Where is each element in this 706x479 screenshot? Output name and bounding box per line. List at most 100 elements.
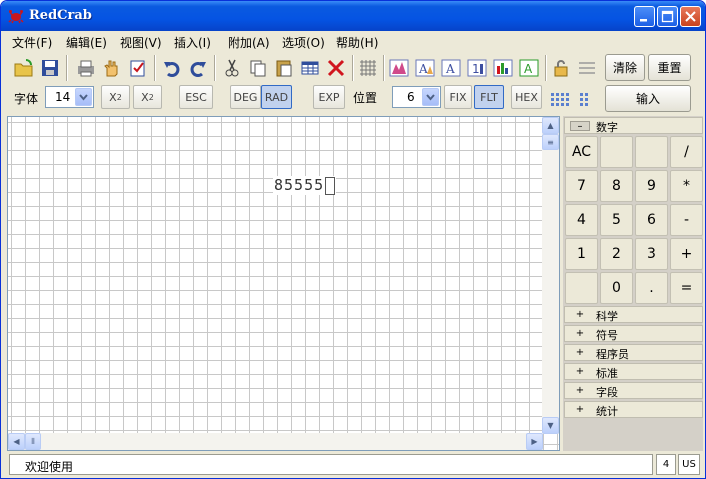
two-key[interactable]: 2 — [600, 238, 633, 270]
blank-key[interactable] — [635, 136, 668, 168]
section-label: 标准 — [596, 367, 618, 380]
nine-key[interactable]: 9 — [635, 170, 668, 202]
eight-key[interactable]: 8 — [600, 170, 633, 202]
expand-icon: + — [575, 328, 585, 339]
cut-icon[interactable] — [220, 56, 244, 80]
maximize-button[interactable] — [657, 6, 678, 27]
close-button[interactable] — [680, 6, 701, 27]
subscript-button[interactable]: X2 — [133, 85, 162, 109]
horizontal-scrollbar[interactable]: ◀ ⦀ ▶ — [8, 433, 543, 450]
vertical-scrollbar[interactable]: ▲ ≡ ▼ — [542, 117, 559, 434]
grid-icon[interactable] — [356, 56, 380, 80]
section-label: 程序员 — [596, 348, 629, 361]
separator — [154, 55, 155, 81]
five-key[interactable]: 5 — [600, 204, 633, 236]
lines-icon[interactable] — [575, 56, 599, 80]
status-message: 欢迎使用 — [9, 454, 653, 475]
section-label: 科学 — [596, 310, 618, 323]
bar-chart-icon[interactable] — [491, 56, 515, 80]
hex-button[interactable]: HEX — [511, 85, 542, 109]
scroll-thumb[interactable]: ≡ — [542, 134, 559, 150]
section-digits-label: 数字 — [596, 121, 618, 134]
app-window: RedCrab 文件(F) 编辑(E) 视图(V) 插入(I) 附加(A) 选项… — [0, 0, 706, 479]
status-bar: 欢迎使用 4 US — [1, 452, 705, 478]
divide-key[interactable]: / — [670, 136, 703, 168]
blank-key[interactable] — [565, 272, 598, 304]
section-item[interactable]: + 标准 — [564, 363, 703, 380]
paste-icon[interactable] — [272, 56, 296, 80]
font-size-select[interactable]: 14 — [45, 86, 94, 108]
worksheet-canvas[interactable]: 85555 ▲ ≡ ▼ ◀ ⦀ ▶ — [7, 116, 560, 451]
rad-button[interactable]: RAD — [261, 85, 292, 109]
four-key[interactable]: 4 — [565, 204, 598, 236]
seven-key[interactable]: 7 — [565, 170, 598, 202]
flt-button[interactable]: FLT — [474, 85, 504, 109]
decimal-key[interactable]: . — [635, 272, 668, 304]
scroll-right-icon[interactable]: ▶ — [526, 433, 543, 450]
zero-key[interactable]: 0 — [600, 272, 633, 304]
redo-icon[interactable] — [186, 56, 210, 80]
small-grid-icon[interactable] — [574, 87, 598, 111]
copy-icon[interactable] — [246, 56, 270, 80]
menu-insert[interactable]: 插入(I) — [174, 34, 211, 51]
section-item[interactable]: + 字段 — [564, 382, 703, 399]
chart-text-icon[interactable]: A — [413, 56, 437, 80]
equals-key[interactable]: = — [670, 272, 703, 304]
menu-view[interactable]: 视图(V) — [120, 34, 162, 51]
esc-button[interactable]: ESC — [179, 85, 213, 109]
font-icon[interactable]: A — [439, 56, 463, 80]
section-digits[interactable]: – 数字 — [564, 117, 703, 134]
superscript-button[interactable]: X2 — [101, 85, 130, 109]
multiply-key[interactable]: * — [670, 170, 703, 202]
input-button[interactable]: 输入 — [605, 85, 691, 112]
lock-icon[interactable] — [549, 56, 573, 80]
separator — [352, 55, 353, 81]
scroll-down-icon[interactable]: ▼ — [542, 417, 559, 434]
open-folder-icon[interactable] — [12, 56, 36, 80]
section-item[interactable]: + 统计 — [564, 401, 703, 418]
expression-text: 85555 — [274, 176, 325, 194]
scroll-thumb[interactable]: ⦀ — [25, 433, 41, 450]
section-item[interactable]: + 科学 — [564, 306, 703, 323]
menu-options[interactable]: 选项(O) — [282, 34, 325, 51]
save-icon[interactable] — [38, 56, 62, 80]
menu-edit[interactable]: 编辑(E) — [66, 34, 107, 51]
scroll-up-icon[interactable]: ▲ — [542, 117, 559, 134]
section-label: 字段 — [596, 386, 618, 399]
number-icon[interactable]: 1 — [465, 56, 489, 80]
table-icon[interactable] — [298, 56, 322, 80]
menu-bar: 文件(F) 编辑(E) 视图(V) 插入(I) 附加(A) 选项(O) 帮助(H… — [1, 31, 705, 52]
three-key[interactable]: 3 — [635, 238, 668, 270]
section-item[interactable]: + 符号 — [564, 325, 703, 342]
menu-file[interactable]: 文件(F) — [12, 34, 52, 51]
expression-box[interactable]: 85555 — [273, 176, 337, 195]
minus-key[interactable]: - — [670, 204, 703, 236]
text-box-icon[interactable]: A — [517, 56, 541, 80]
menu-help[interactable]: 帮助(H) — [336, 34, 378, 51]
exp-button[interactable]: EXP — [313, 85, 345, 109]
minimize-button[interactable] — [634, 6, 655, 27]
delete-icon[interactable] — [324, 56, 348, 80]
position-select[interactable]: 6 — [392, 86, 441, 108]
blank-key[interactable] — [600, 136, 633, 168]
six-key[interactable]: 6 — [635, 204, 668, 236]
chart-area-icon[interactable] — [387, 56, 411, 80]
plus-key[interactable]: + — [670, 238, 703, 270]
fix-button[interactable]: FIX — [444, 85, 472, 109]
print-icon[interactable] — [74, 56, 98, 80]
text-cursor — [325, 176, 336, 195]
clear-button[interactable]: 清除 — [605, 54, 645, 81]
dot-grid-icon[interactable] — [548, 87, 572, 111]
reset-button[interactable]: 重置 — [648, 54, 691, 81]
undo-icon[interactable] — [160, 56, 184, 80]
hand-icon[interactable] — [100, 56, 124, 80]
ac-key[interactable]: AC — [565, 136, 598, 168]
expand-icon: + — [575, 366, 585, 377]
one-key[interactable]: 1 — [565, 238, 598, 270]
section-item[interactable]: + 程序员 — [564, 344, 703, 361]
scroll-left-icon[interactable]: ◀ — [8, 433, 25, 450]
checklist-icon[interactable] — [126, 56, 150, 80]
title-bar[interactable]: RedCrab — [1, 1, 705, 31]
menu-addons[interactable]: 附加(A) — [228, 34, 270, 51]
deg-button[interactable]: DEG — [230, 85, 261, 109]
